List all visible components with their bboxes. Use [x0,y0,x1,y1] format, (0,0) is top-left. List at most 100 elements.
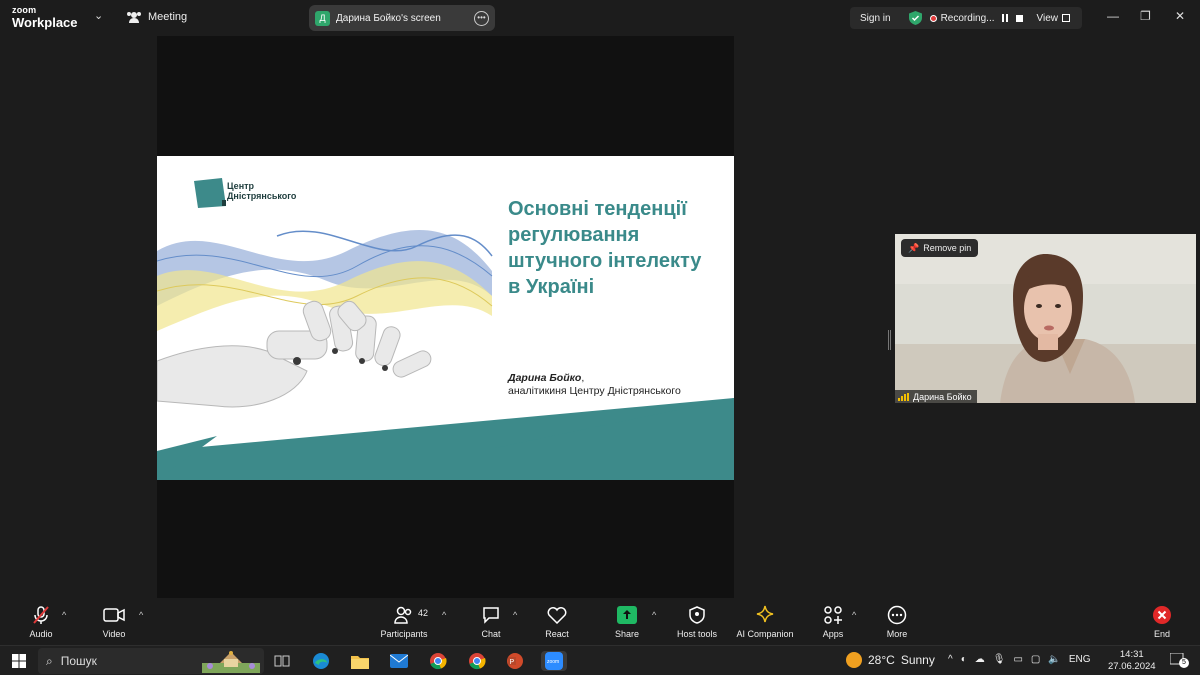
mail-icon[interactable] [389,651,409,671]
clock-date: 27.06.2024 [1108,661,1156,672]
host-tools-label: Host tools [676,629,718,639]
windows-taskbar: ⌕ Пошук P zoom 28°C Sunny ^ ◐ ☁ 🎙 ▭ ▢ 🔈 … [0,645,1200,675]
brand-line2: Workplace [12,15,78,30]
svg-text:P: P [510,659,515,666]
search-placeholder: Пошук [60,654,97,668]
system-tray: ^ ◐ ☁ 🎙 ▭ ▢ 🔈 ENG [948,654,1090,665]
weather-widget[interactable]: 28°C Sunny [846,652,935,668]
participant-video [895,234,1196,403]
language-indicator[interactable]: ENG [1069,654,1091,665]
microphone-muted-icon [33,606,49,624]
chrome-icon[interactable] [428,651,448,671]
zoom-taskbar-icon[interactable]: zoom [541,651,567,671]
file-explorer-icon[interactable] [350,651,370,671]
participants-icon [394,606,412,624]
share-caret-icon[interactable]: ^ [652,610,656,620]
meeting-toolbar: Audio ^ Video ^ Participants 42 ^ Chat ^… [0,598,1200,645]
sign-in-button[interactable]: Sign in [850,13,901,24]
chat-label: Chat [481,629,501,639]
recording-dot-icon [929,14,937,22]
zoom-window: zoom Workplace ⌄ Meeting Д Дарина Бойко'… [0,0,1200,645]
logo-mark [194,178,226,208]
apps-caret-icon[interactable]: ^ [852,610,856,620]
search-highlight-icon [202,651,260,673]
screen-share-pill[interactable]: Д Дарина Бойко's screen ••• [309,5,495,31]
audio-options-caret-icon[interactable]: ^ [62,610,66,620]
clock[interactable]: 14:31 27.06.2024 [1108,649,1156,673]
pause-recording-icon[interactable] [1001,14,1008,22]
apps-label: Apps [822,629,844,639]
view-button[interactable]: View [1036,12,1070,24]
participants-button[interactable]: Participants [368,604,440,639]
video-camera-icon [103,608,125,622]
windows-start-icon[interactable] [11,651,27,671]
temperature: 28°C [868,653,895,667]
security-shield-icon[interactable] [908,11,922,25]
weather-condition: Sunny [900,653,935,667]
slide-title: Основні тенденції регулювання штучного і… [508,198,702,298]
screen-share-label: Дарина Бойко's screen [336,12,441,24]
notifications-icon[interactable]: 5 [1169,652,1189,668]
zoom-workplace-logo[interactable]: zoom Workplace [12,5,78,30]
camera-tray-icon[interactable]: ◐ [961,654,967,665]
signal-strength-icon [898,392,909,401]
slide-author: Дарина Бойко, аналітикиня Центру Дністря… [508,372,681,397]
powerpoint-icon[interactable]: P [505,651,525,671]
taskbar-search[interactable]: ⌕ Пошук [38,648,264,674]
chrome-profile-icon[interactable] [467,651,487,671]
recording-indicator: Recording... [929,12,1023,24]
apps-button[interactable]: Apps [797,604,869,639]
participants-caret-icon[interactable]: ^ [442,610,446,620]
ai-companion-button[interactable]: AI Companion [724,604,806,639]
meeting-label: Meeting [148,11,188,23]
task-view-icon[interactable] [272,651,292,671]
network-icon[interactable]: ▢ [1031,654,1040,665]
participant-video-tile[interactable]: 📌 Remove pin Дарина Бойко [895,234,1196,403]
apps-icon [824,606,842,624]
heart-icon [547,607,567,624]
pin-icon: 📌 [908,242,920,253]
more-label: More [886,629,908,639]
presentation-slide: Центр Дністрянського Основні тенденції р… [157,156,734,480]
onedrive-icon[interactable]: ☁ [975,654,985,665]
chevron-up-icon[interactable]: ^ [948,654,953,665]
more-dots-icon [887,605,907,625]
minimize-icon[interactable]: — [1107,9,1119,23]
restore-icon[interactable]: ❐ [1140,9,1151,23]
participants-count: 42 [418,608,429,618]
host-tools-button[interactable]: Host tools [661,604,733,639]
search-icon: ⌕ [46,653,53,668]
svg-text:zoom: zoom [547,659,559,665]
end-button[interactable]: End [1126,604,1198,639]
view-label: View [1036,12,1059,24]
meeting-button[interactable]: Meeting [126,10,187,24]
edge-browser-icon[interactable] [311,651,331,671]
slide-logo-text: Центр Дністрянського [227,181,297,201]
audio-label: Audio [29,629,53,639]
react-label: React [545,629,569,639]
video-options-caret-icon[interactable]: ^ [139,610,143,620]
microphone-tray-icon[interactable]: 🎙 [993,654,1006,665]
battery-icon[interactable]: ▭ [1013,654,1022,665]
stop-recording-icon[interactable] [1015,14,1023,22]
chevron-down-icon[interactable]: ⌄ [94,9,103,22]
chat-caret-icon[interactable]: ^ [513,610,517,620]
author-role: аналітикиня Центру Дністрянського [508,385,681,397]
recording-label: Recording... [940,12,995,24]
more-button[interactable]: More [861,604,933,639]
participants-label: Participants [380,629,428,639]
brand-line1: zoom [12,5,37,15]
remove-pin-button[interactable]: 📌 Remove pin [901,239,979,257]
host-tools-shield-icon [689,606,705,624]
notifications-count: 5 [1179,658,1189,668]
remove-pin-label: Remove pin [923,243,972,253]
author-name: Дарина Бойко [508,372,582,384]
sparkle-icon [756,605,774,623]
close-icon[interactable]: ✕ [1175,9,1185,23]
clock-time: 14:31 [1119,649,1144,660]
volume-icon[interactable]: 🔈 [1048,654,1060,665]
splitter-handle[interactable] [888,330,891,350]
more-options-icon[interactable]: ••• [474,10,489,26]
meeting-status-group: Sign in Recording... View [850,7,1082,29]
react-button[interactable]: React [521,604,593,639]
